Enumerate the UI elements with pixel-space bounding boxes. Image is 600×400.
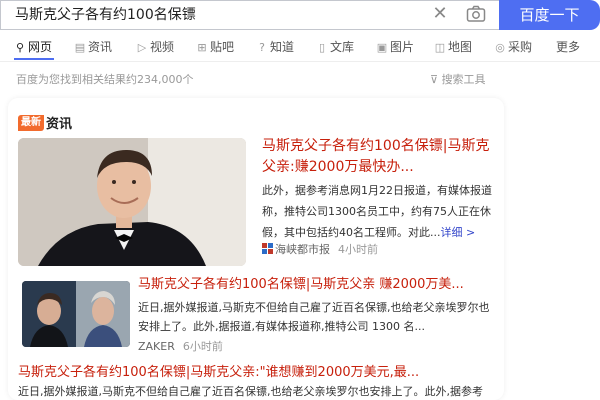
- tab-purchase[interactable]: ◎ 采购: [494, 38, 532, 58]
- search-icon: ⚲: [15, 41, 25, 54]
- news-title-link[interactable]: 马斯克父子各有约100名保镖|马斯克父亲:赚2000万最快办...: [262, 136, 494, 178]
- news-title-link[interactable]: 马斯克父子各有约100名保镖|马斯克父亲:"谁想赚到2000万美元,最...: [18, 364, 458, 382]
- search-tools-button[interactable]: ⊽ 搜索工具: [430, 71, 486, 87]
- search-input[interactable]: 马斯克父子各有约100名保镖: [0, 0, 499, 30]
- news-snippet: 此外，据参考消息网1月22日报道，有媒体报道称，推特公司1300名员工中，约有7…: [262, 184, 492, 239]
- news-time: 6小时前: [182, 340, 223, 353]
- document-icon: ▯: [318, 41, 326, 54]
- card-header: 最新 资讯: [18, 112, 73, 132]
- filter-icon: ⊽: [430, 73, 439, 86]
- tab-web[interactable]: ⚲ 网页: [14, 38, 52, 58]
- news-source: 海峡都市报 4小时前: [262, 243, 378, 257]
- tab-maps[interactable]: ◫ 地图: [434, 38, 472, 58]
- card-title: 资讯: [46, 117, 73, 132]
- purchase-icon: ◎: [495, 41, 505, 54]
- tab-tieba[interactable]: ⊞ 贴吧: [196, 38, 234, 58]
- latest-badge: 最新: [18, 114, 44, 131]
- news-title-link[interactable]: 马斯克父子各有约100名保镖|马斯克父亲 赚2000万美...: [138, 276, 498, 294]
- tab-news[interactable]: ▤ 资讯: [74, 38, 112, 58]
- news-image-thumb[interactable]: [22, 281, 130, 347]
- tab-more[interactable]: 更多: [556, 38, 580, 58]
- tab-zhidao[interactable]: ? 知道: [256, 38, 294, 58]
- divider: [0, 61, 600, 62]
- question-icon: ?: [259, 41, 265, 54]
- camera-icon[interactable]: [466, 5, 488, 25]
- news-card: 最新 资讯 马斯克父子各有约100名保镖|马斯克父亲:赚2000万最快办... 此…: [8, 98, 504, 400]
- tab-wenku[interactable]: ▯ 文库: [316, 38, 354, 58]
- result-count: 百度为您找到相关结果约234,000个: [16, 73, 194, 86]
- image-icon: ▣: [376, 41, 388, 54]
- search-bar: 马斯克父子各有约100名保镖 ✕ 百度一下: [0, 0, 600, 30]
- source-name[interactable]: ZAKER: [138, 340, 175, 353]
- news-snippet: 近日,据外媒报道,马斯克不但给自己雇了近百名保镖,也给老父亲埃罗尔也安排上了。此…: [138, 301, 490, 333]
- news-source: ZAKER 6小时前: [138, 340, 223, 354]
- active-tab-indicator: [14, 58, 54, 60]
- news-snippet: 近日,据外媒报道,马斯克不但给自己雇了近百名保镖,也给老父亲埃罗尔也安排上了。此…: [18, 385, 483, 398]
- tieba-icon: ⊞: [197, 41, 207, 54]
- news-image-main[interactable]: [18, 138, 246, 266]
- search-tabs: ⚲ 网页 ▤ 资讯 ▷ 视频 ⊞ 贴吧 ? 知道 ▯ 文库 ▣ 图片 ◫ 地图 ◎ 采购 更多: [0, 38, 600, 60]
- detail-link[interactable]: 详细 >: [441, 226, 476, 239]
- news-time: 4小时前: [338, 243, 378, 256]
- video-icon: ▷: [137, 41, 147, 54]
- tab-images[interactable]: ▣ 图片: [376, 38, 414, 58]
- close-icon[interactable]: ✕: [430, 4, 450, 24]
- map-icon: ◫: [434, 41, 446, 54]
- tab-video[interactable]: ▷ 视频: [136, 38, 174, 58]
- news-icon: ▤: [74, 41, 86, 54]
- search-button[interactable]: 百度一下: [499, 0, 600, 30]
- source-logo-icon: [262, 243, 273, 254]
- source-name[interactable]: 海峡都市报: [275, 243, 330, 256]
